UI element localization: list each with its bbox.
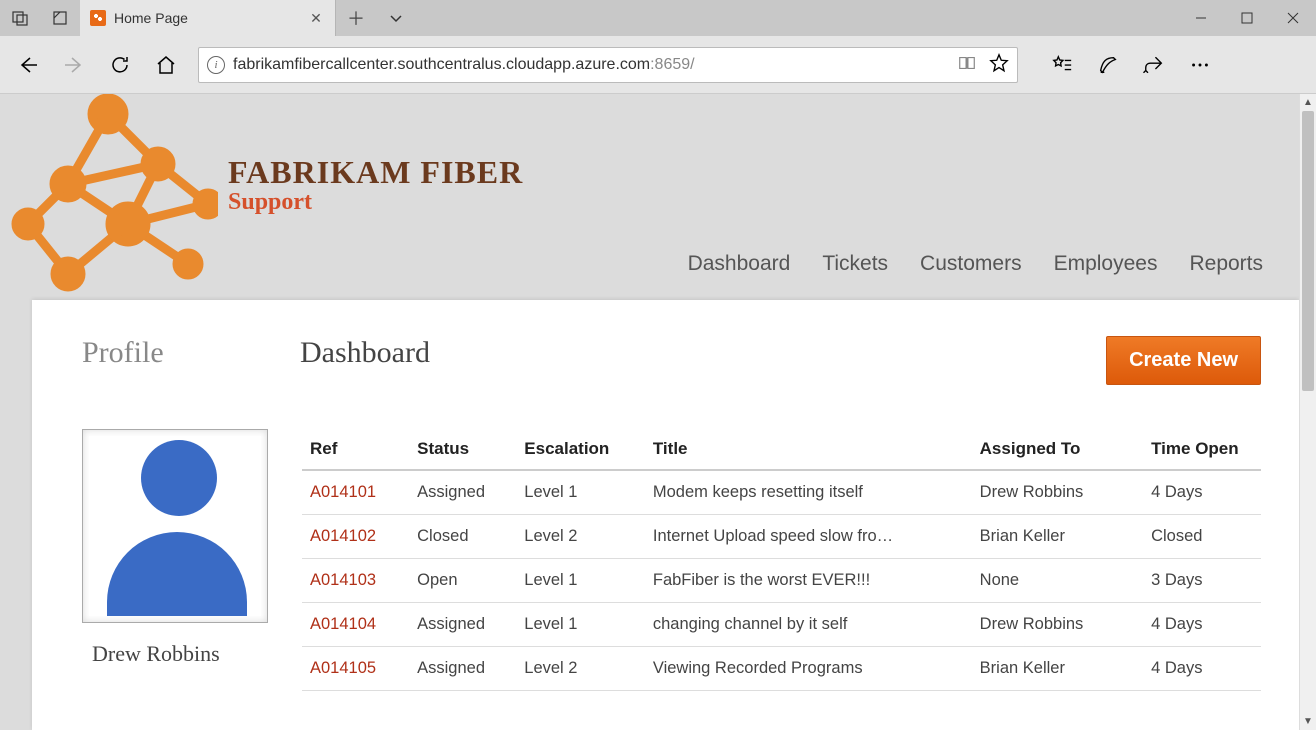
scrollbar-thumb[interactable] <box>1302 111 1314 391</box>
cell-assigned: None <box>972 559 1143 603</box>
profile-column: Drew Robbins <box>82 429 272 691</box>
th-status[interactable]: Status <box>409 429 516 470</box>
cell-escalation: Level 2 <box>516 647 645 691</box>
cell-status: Assigned <box>409 647 516 691</box>
table-row[interactable]: A014102ClosedLevel 2Internet Upload spee… <box>302 515 1261 559</box>
brand-subtitle: Support <box>228 189 523 216</box>
page-content: FABRIKAM FIBER Support Dashboard Tickets… <box>0 94 1299 730</box>
brand-block: FABRIKAM FIBER Support <box>228 154 523 216</box>
new-tab-button[interactable]: ＋ <box>336 0 376 36</box>
reading-view-icon[interactable] <box>957 53 977 78</box>
cell-title: FabFiber is the worst EVER!!! <box>645 559 972 603</box>
th-ref[interactable]: Ref <box>302 429 409 470</box>
minimize-button[interactable] <box>1178 0 1224 36</box>
cell-title: changing channel by it self <box>645 603 972 647</box>
cell-time: 4 Days <box>1143 603 1261 647</box>
cell-escalation: Level 1 <box>516 470 645 515</box>
cell-status: Assigned <box>409 603 516 647</box>
tab-aside-icon[interactable] <box>0 0 40 36</box>
cell-time: Closed <box>1143 515 1261 559</box>
more-menu-icon[interactable] <box>1178 43 1222 87</box>
tab-close-icon[interactable]: ✕ <box>309 11 323 25</box>
nav-bar: i fabrikamfibercallcenter.southcentralus… <box>0 36 1316 94</box>
logo-icon <box>8 94 218 304</box>
profile-name: Drew Robbins <box>92 641 272 667</box>
th-title[interactable]: Title <box>645 429 972 470</box>
cell-status: Closed <box>409 515 516 559</box>
close-window-button[interactable] <box>1270 0 1316 36</box>
tickets-column: Ref Status Escalation Title Assigned To … <box>302 429 1261 691</box>
table-row[interactable]: A014103OpenLevel 1FabFiber is the worst … <box>302 559 1261 603</box>
cell-escalation: Level 2 <box>516 515 645 559</box>
cell-ref[interactable]: A014103 <box>302 559 409 603</box>
cell-assigned: Drew Robbins <box>972 603 1143 647</box>
favorite-star-icon[interactable] <box>989 53 1009 78</box>
browser-tab[interactable]: Home Page ✕ <box>80 0 336 36</box>
cell-escalation: Level 1 <box>516 603 645 647</box>
cell-ref[interactable]: A014102 <box>302 515 409 559</box>
th-assigned[interactable]: Assigned To <box>972 429 1143 470</box>
nav-tickets[interactable]: Tickets <box>822 252 888 276</box>
nav-employees[interactable]: Employees <box>1054 252 1158 276</box>
tab-history-icon[interactable] <box>40 0 80 36</box>
profile-heading: Profile <box>82 336 300 370</box>
cell-escalation: Level 1 <box>516 559 645 603</box>
cell-status: Open <box>409 559 516 603</box>
tickets-table: Ref Status Escalation Title Assigned To … <box>302 429 1261 691</box>
table-row[interactable]: A014101AssignedLevel 1Modem keeps resett… <box>302 470 1261 515</box>
cell-title: Viewing Recorded Programs <box>645 647 972 691</box>
browser-chrome: Home Page ✕ ＋ i fabrikamfibercallcenter.… <box>0 0 1316 94</box>
cell-ref[interactable]: A014104 <box>302 603 409 647</box>
window-controls <box>1178 0 1316 36</box>
forward-button[interactable] <box>52 43 96 87</box>
dashboard-heading: Dashboard <box>300 336 1106 370</box>
cell-time: 4 Days <box>1143 647 1261 691</box>
th-escalation[interactable]: Escalation <box>516 429 645 470</box>
cell-assigned: Brian Keller <box>972 515 1143 559</box>
cell-title: Modem keeps resetting itself <box>645 470 972 515</box>
cell-assigned: Brian Keller <box>972 647 1143 691</box>
nav-customers[interactable]: Customers <box>920 252 1022 276</box>
maximize-button[interactable] <box>1224 0 1270 36</box>
scroll-down-icon[interactable]: ▼ <box>1300 713 1316 730</box>
share-icon[interactable] <box>1132 43 1176 87</box>
back-button[interactable] <box>6 43 50 87</box>
cell-time: 3 Days <box>1143 559 1261 603</box>
tab-menu-icon[interactable] <box>376 0 416 36</box>
site-info-icon[interactable]: i <box>207 56 225 74</box>
cell-assigned: Drew Robbins <box>972 470 1143 515</box>
nav-reports[interactable]: Reports <box>1189 252 1263 276</box>
cell-ref[interactable]: A014105 <box>302 647 409 691</box>
tab-title: Home Page <box>114 10 301 26</box>
th-time[interactable]: Time Open <box>1143 429 1261 470</box>
tab-bar: Home Page ✕ ＋ <box>0 0 1316 36</box>
cell-ref[interactable]: A014101 <box>302 470 409 515</box>
table-row[interactable]: A014105AssignedLevel 2Viewing Recorded P… <box>302 647 1261 691</box>
create-new-button[interactable]: Create New <box>1106 336 1261 385</box>
url-text: fabrikamfibercallcenter.southcentralus.c… <box>233 56 949 74</box>
address-bar[interactable]: i fabrikamfibercallcenter.southcentralus… <box>198 47 1018 83</box>
notes-icon[interactable] <box>1086 43 1130 87</box>
table-row[interactable]: A014104AssignedLevel 1changing channel b… <box>302 603 1261 647</box>
refresh-button[interactable] <box>98 43 142 87</box>
top-nav: Dashboard Tickets Customers Employees Re… <box>688 252 1263 276</box>
cell-status: Assigned <box>409 470 516 515</box>
vertical-scrollbar[interactable]: ▲ ▼ <box>1299 94 1316 730</box>
main-panel: Profile Dashboard Create New Drew Robbin… <box>32 300 1299 730</box>
table-header-row: Ref Status Escalation Title Assigned To … <box>302 429 1261 470</box>
logo-area <box>8 94 218 304</box>
cell-title: Internet Upload speed slow fro… <box>645 515 972 559</box>
favorites-list-icon[interactable] <box>1040 43 1084 87</box>
page-viewport: FABRIKAM FIBER Support Dashboard Tickets… <box>0 94 1316 730</box>
home-button[interactable] <box>144 43 188 87</box>
favicon-icon <box>90 10 106 26</box>
nav-dashboard[interactable]: Dashboard <box>688 252 791 276</box>
avatar <box>82 429 268 623</box>
scroll-up-icon[interactable]: ▲ <box>1300 94 1316 111</box>
cell-time: 4 Days <box>1143 470 1261 515</box>
brand-title: FABRIKAM FIBER <box>228 154 523 191</box>
